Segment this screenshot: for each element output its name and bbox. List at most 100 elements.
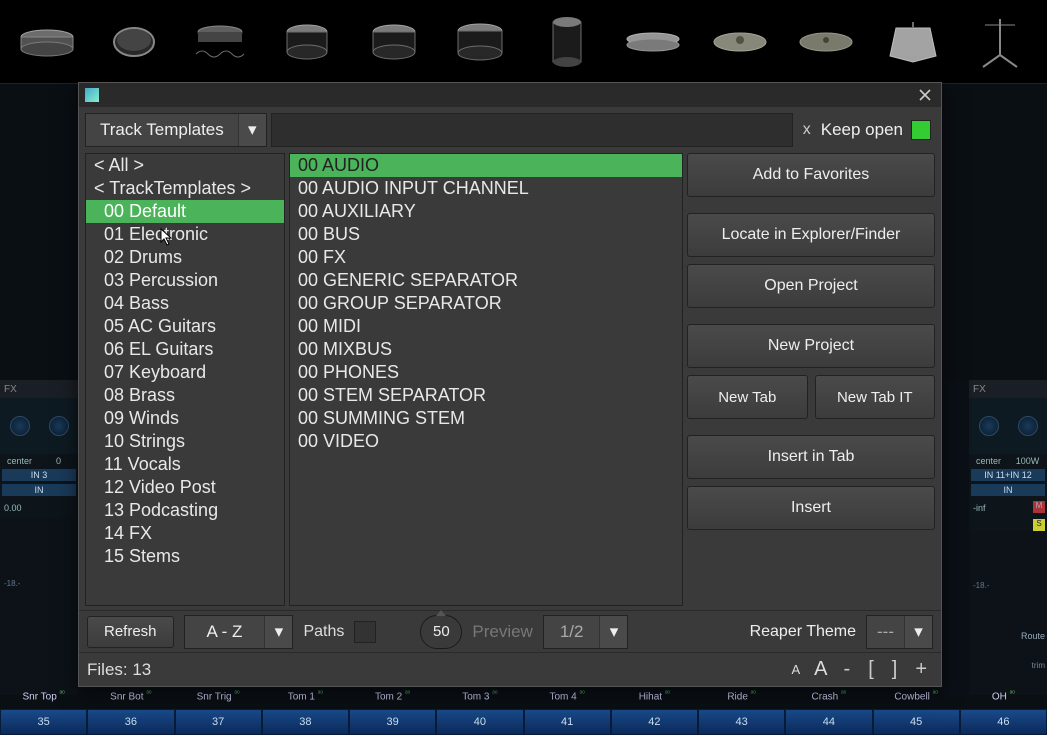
template-item[interactable]: 00 VIDEO <box>290 430 682 453</box>
category-item[interactable]: 12 Video Post <box>86 476 284 499</box>
template-item[interactable]: 00 BUS <box>290 223 682 246</box>
font-smaller-button[interactable]: A <box>788 662 805 677</box>
template-item[interactable]: 00 AUXILIARY <box>290 200 682 223</box>
solo-button[interactable]: S <box>1033 519 1045 531</box>
template-item[interactable]: 00 PHONES <box>290 361 682 384</box>
keep-open-checkbox[interactable] <box>911 120 931 140</box>
pan-knob-icon[interactable] <box>10 416 30 436</box>
drum-tom2-icon[interactable] <box>351 7 437 77</box>
drum-kick-icon[interactable] <box>524 7 610 77</box>
track-label[interactable]: Tom 2 ᵃᵒ <box>349 687 436 707</box>
category-item[interactable]: 02 Drums <box>86 246 284 269</box>
category-item[interactable]: 15 Stems <box>86 545 284 568</box>
close-button[interactable] <box>915 85 935 105</box>
track-number-cell[interactable]: 41 <box>524 709 611 735</box>
track-number-cell[interactable]: 43 <box>698 709 785 735</box>
template-item[interactable]: 00 GENERIC SEPARATOR <box>290 269 682 292</box>
category-item[interactable]: 03 Percussion <box>86 269 284 292</box>
drum-crash-icon[interactable] <box>697 7 783 77</box>
bracket-right[interactable]: ] <box>886 658 904 681</box>
drum-ride-icon[interactable] <box>783 7 869 77</box>
add-favorites-button[interactable]: Add to Favorites <box>687 153 935 197</box>
chevron-down-icon[interactable]: ▾ <box>264 616 292 648</box>
template-item[interactable]: 00 MIDI <box>290 315 682 338</box>
track-label[interactable]: Snr Top ᵃᵒ <box>0 687 87 707</box>
bracket-left[interactable]: [ <box>862 658 880 681</box>
category-item[interactable]: 01 Electronic <box>86 223 284 246</box>
new-tab-button[interactable]: New Tab <box>687 375 808 419</box>
track-label[interactable]: Ride ᵃᵒ <box>698 687 785 707</box>
chevron-down-icon[interactable]: ▾ <box>904 616 932 648</box>
gain-knob-icon[interactable] <box>49 416 69 436</box>
track-number-cell[interactable]: 46 <box>960 709 1047 735</box>
category-tracktemplates[interactable]: < TrackTemplates > <box>86 177 284 200</box>
font-larger-button[interactable]: A <box>810 658 831 681</box>
minus-button[interactable]: - <box>838 658 857 681</box>
new-tab-it-button[interactable]: New Tab IT <box>815 375 936 419</box>
track-number-cell[interactable]: 44 <box>785 709 872 735</box>
category-all[interactable]: < All > <box>86 154 284 177</box>
track-number-cell[interactable]: 42 <box>611 709 698 735</box>
input-label[interactable]: IN 3 <box>2 469 76 481</box>
locate-button[interactable]: Locate in Explorer/Finder <box>687 213 935 257</box>
track-number-cell[interactable]: 45 <box>873 709 960 735</box>
pan-knob-icon[interactable] <box>979 416 999 436</box>
track-label[interactable]: Tom 1 ᵃᵒ <box>262 687 349 707</box>
category-item[interactable]: 07 Keyboard <box>86 361 284 384</box>
track-label[interactable]: Tom 3 ᵃᵒ <box>436 687 523 707</box>
route-label[interactable]: Route <box>1021 631 1045 641</box>
category-item[interactable]: 04 Bass <box>86 292 284 315</box>
insert-button[interactable]: Insert <box>687 486 935 530</box>
mute-button[interactable]: M <box>1033 501 1045 513</box>
type-dropdown[interactable]: Track Templates ▾ <box>85 113 267 147</box>
track-number-cell[interactable]: 40 <box>436 709 523 735</box>
input-label[interactable]: IN 11+IN 12 <box>971 469 1045 481</box>
template-item[interactable]: 00 GROUP SEPARATOR <box>290 292 682 315</box>
drum-floortom-icon[interactable] <box>437 7 523 77</box>
category-item[interactable]: 10 Strings <box>86 430 284 453</box>
category-list[interactable]: < All >< TrackTemplates >00 Default01 El… <box>85 153 285 606</box>
plus-button[interactable]: + <box>909 658 933 681</box>
titlebar[interactable] <box>79 83 941 107</box>
category-item[interactable]: 08 Brass <box>86 384 284 407</box>
search-input[interactable] <box>271 113 793 147</box>
track-label[interactable]: Snr Bot ᵃᵒ <box>87 687 174 707</box>
fx-slot[interactable]: FX <box>969 380 1047 398</box>
chevron-down-icon[interactable]: ▾ <box>599 616 627 648</box>
category-item[interactable]: 11 Vocals <box>86 453 284 476</box>
drum-stand-icon[interactable] <box>957 7 1043 77</box>
template-item[interactable]: 00 MIXBUS <box>290 338 682 361</box>
paths-checkbox[interactable] <box>354 621 376 643</box>
open-project-button[interactable]: Open Project <box>687 264 935 308</box>
category-item[interactable]: 13 Podcasting <box>86 499 284 522</box>
drum-snare-icon[interactable] <box>4 7 90 77</box>
track-number-cell[interactable]: 38 <box>262 709 349 735</box>
gain-knob-icon[interactable] <box>1018 416 1038 436</box>
theme-dropdown[interactable]: --- ▾ <box>866 615 933 649</box>
page-dropdown[interactable]: 1/2 ▾ <box>543 615 629 649</box>
track-label[interactable]: Crash ᵃᵒ <box>785 687 872 707</box>
drum-tambourine-icon[interactable] <box>91 7 177 77</box>
in-button[interactable]: IN <box>2 484 76 496</box>
template-item[interactable]: 00 AUDIO INPUT CHANNEL <box>290 177 682 200</box>
drum-tom1-icon[interactable] <box>264 7 350 77</box>
track-number-cell[interactable]: 35 <box>0 709 87 735</box>
category-item[interactable]: 06 EL Guitars <box>86 338 284 361</box>
drum-snare-wave-icon[interactable] <box>177 7 263 77</box>
insert-in-tab-button[interactable]: Insert in Tab <box>687 435 935 479</box>
in-button[interactable]: IN <box>971 484 1045 496</box>
track-label[interactable]: Tom 4 ᵃᵒ <box>524 687 611 707</box>
template-item[interactable]: 00 FX <box>290 246 682 269</box>
track-label[interactable]: OH ᵃᵒ <box>960 687 1047 707</box>
category-item[interactable]: 00 Default <box>86 200 284 223</box>
track-label[interactable]: Snr Trig ᵃᵒ <box>175 687 262 707</box>
refresh-button[interactable]: Refresh <box>87 616 174 648</box>
drum-hihat-icon[interactable] <box>610 7 696 77</box>
template-list[interactable]: 00 AUDIO00 AUDIO INPUT CHANNEL00 AUXILIA… <box>289 153 683 606</box>
new-project-button[interactable]: New Project <box>687 324 935 368</box>
track-label[interactable]: Cowbell ᵃᵒ <box>873 687 960 707</box>
clear-search-button[interactable]: x <box>797 121 817 139</box>
track-number-cell[interactable]: 39 <box>349 709 436 735</box>
track-number-cell[interactable]: 36 <box>87 709 174 735</box>
template-item[interactable]: 00 SUMMING STEM <box>290 407 682 430</box>
